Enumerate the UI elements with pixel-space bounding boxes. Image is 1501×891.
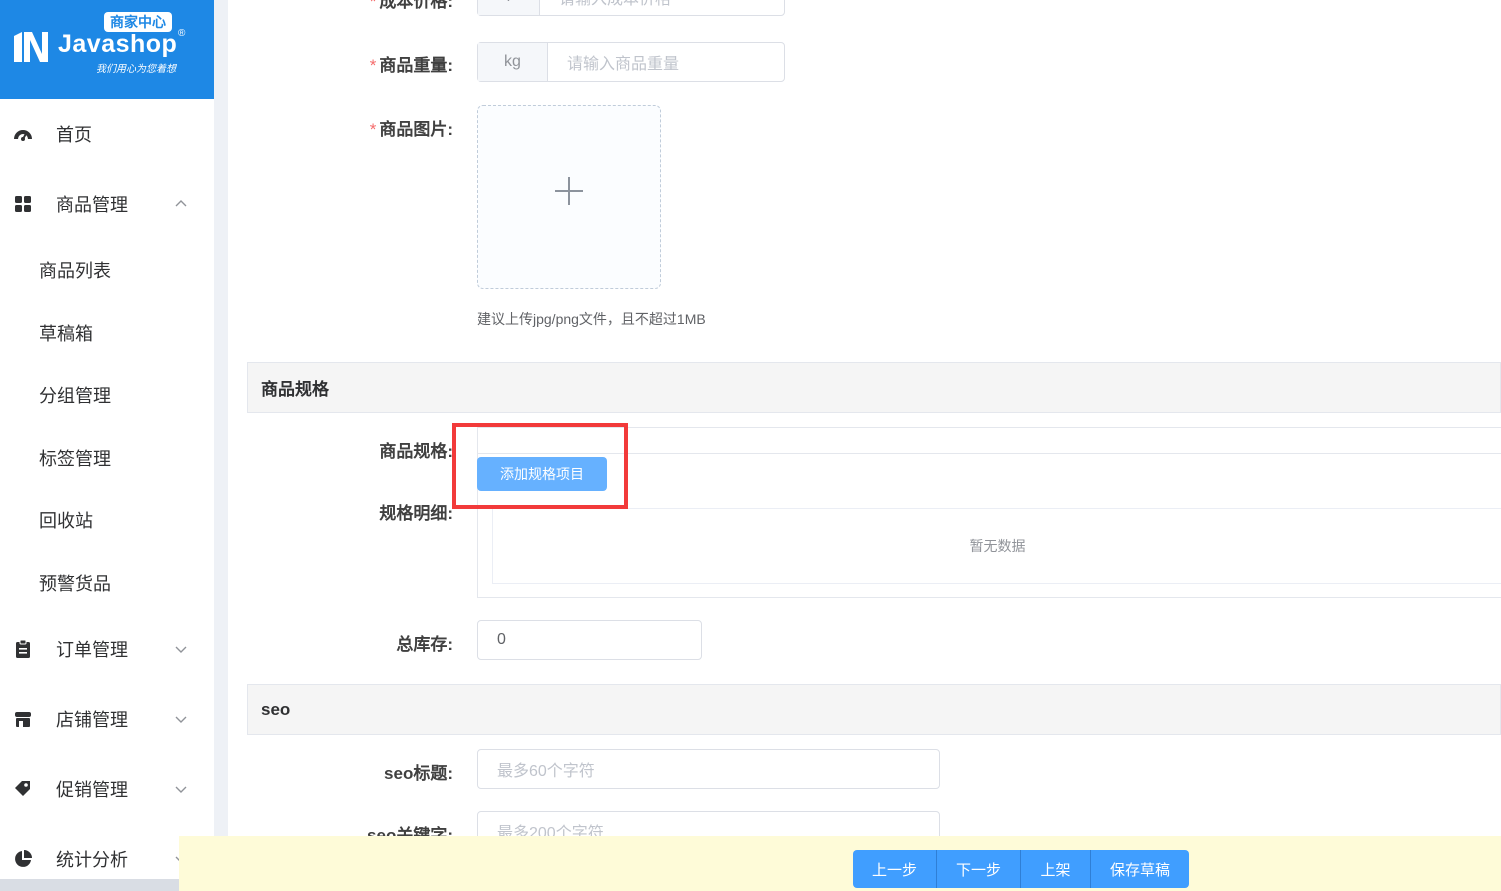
sidebar-gutter bbox=[214, 0, 228, 891]
weight-input[interactable]: kg 请输入商品重量 bbox=[477, 42, 785, 82]
javashop-logo-icon bbox=[14, 32, 48, 62]
registered-mark: ® bbox=[178, 28, 186, 39]
stock-value: 0 bbox=[497, 631, 506, 648]
dashboard-icon bbox=[14, 130, 32, 141]
unit-prepend: kg bbox=[478, 43, 548, 81]
seo-title-label: seo标题: bbox=[384, 764, 453, 783]
highlight-annotation bbox=[452, 423, 628, 509]
sidebar-subitem-recycle-bin[interactable]: 回收站 bbox=[0, 495, 214, 545]
sidebar-subitem-stock-warning[interactable]: 预警货品 bbox=[0, 558, 214, 608]
spec-section-header: 商品规格 bbox=[247, 362, 1501, 413]
spec-detail-table: 暂无数据 bbox=[492, 508, 1501, 584]
sidebar-subitem-label: 预警货品 bbox=[39, 574, 111, 594]
sidebar-subitem-label: 标签管理 bbox=[39, 449, 111, 469]
stock-input[interactable]: 0 bbox=[477, 620, 702, 660]
sidebar-item-home[interactable]: 首页 bbox=[0, 106, 214, 162]
goods-edit-form: *成本价格: ¥ 请输入成本价格 *商品重量: kg 请输入商品重量 *商品图片… bbox=[228, 0, 1501, 891]
merchant-center-badge: 商家中心 bbox=[104, 12, 172, 32]
seo-section-header: seo bbox=[247, 684, 1501, 735]
chevron-up-icon bbox=[175, 200, 187, 207]
sidebar-item-store[interactable]: 店铺管理 bbox=[0, 691, 214, 747]
image-upload[interactable] bbox=[477, 105, 661, 289]
tag-icon bbox=[15, 781, 30, 796]
weight-label: * 商品重量: bbox=[369, 56, 453, 75]
bottom-action-bar: 上一步 下一步 上架 保存草稿 bbox=[179, 836, 1501, 891]
required-asterisk: * bbox=[369, 0, 377, 11]
sidebar-item-goods[interactable]: 商品管理 bbox=[0, 176, 214, 232]
currency-prepend: ¥ bbox=[478, 0, 540, 15]
brand-logo[interactable]: 商家中心 Javashop ® 我们用心为您着想 bbox=[0, 0, 214, 99]
sidebar-subitem-label: 回收站 bbox=[39, 511, 93, 531]
sidebar-item-label: 统计分析 bbox=[56, 850, 128, 870]
sidebar-item-orders[interactable]: 订单管理 bbox=[0, 621, 214, 677]
empty-data-text: 暂无数据 bbox=[969, 538, 1026, 554]
weight-placeholder: 请输入商品重量 bbox=[567, 56, 680, 73]
spec-divider bbox=[478, 453, 1501, 454]
sidebar-item-label: 商品管理 bbox=[56, 195, 128, 215]
image-label: * 商品图片: bbox=[369, 120, 453, 139]
seo-title-input[interactable]: 最多60个字符 bbox=[477, 749, 940, 789]
seo-title-placeholder: 最多60个字符 bbox=[497, 763, 595, 780]
sidebar-subitem-label: 分组管理 bbox=[39, 386, 111, 406]
cost-price-label: * 成本价格: bbox=[228, 0, 453, 12]
clipboard-icon bbox=[16, 639, 30, 658]
sidebar-item-label: 订单管理 bbox=[56, 640, 128, 660]
stock-label: 总库存: bbox=[396, 635, 453, 654]
sidebar: 商家中心 Javashop ® 我们用心为您着想 首页 商品管理 商品列表 草稿… bbox=[0, 0, 215, 891]
sidebar-item-label: 促销管理 bbox=[56, 780, 128, 800]
spec-detail-label: 规格明细: bbox=[379, 504, 453, 523]
sidebar-item-label: 店铺管理 bbox=[56, 710, 128, 730]
cost-price-input[interactable]: ¥ 请输入成本价格 bbox=[477, 0, 785, 16]
brand-slogan: 我们用心为您着想 bbox=[96, 64, 176, 75]
sidebar-subitem-drafts[interactable]: 草稿箱 bbox=[0, 308, 214, 358]
prev-step-button[interactable]: 上一步 bbox=[853, 850, 937, 888]
chevron-down-icon bbox=[175, 646, 187, 653]
action-button-group: 上一步 下一步 上架 保存草稿 bbox=[853, 850, 1189, 888]
required-asterisk: * bbox=[369, 120, 377, 139]
brand-name: Javashop bbox=[58, 30, 178, 58]
publish-button[interactable]: 上架 bbox=[1021, 850, 1091, 888]
chevron-down-icon bbox=[175, 786, 187, 793]
sidebar-subitem-label: 草稿箱 bbox=[39, 324, 93, 344]
store-icon bbox=[15, 712, 31, 727]
sidebar-subitem-groups[interactable]: 分组管理 bbox=[0, 370, 214, 420]
sidebar-item-label: 首页 bbox=[56, 125, 92, 145]
save-draft-button[interactable]: 保存草稿 bbox=[1091, 850, 1189, 888]
grid-icon bbox=[15, 196, 31, 212]
next-step-button[interactable]: 下一步 bbox=[937, 850, 1021, 888]
chevron-down-icon bbox=[175, 716, 187, 723]
required-asterisk: * bbox=[369, 56, 377, 75]
sidebar-subitem-label: 商品列表 bbox=[39, 261, 111, 281]
cost-price-placeholder: 请输入成本价格 bbox=[540, 0, 671, 9]
plus-icon bbox=[555, 177, 583, 205]
sidebar-subitem-goods-list[interactable]: 商品列表 bbox=[0, 245, 214, 295]
spec-area: 暂无数据 bbox=[477, 427, 1501, 598]
upload-hint: 建议上传jpg/png文件，且不超过1MB bbox=[477, 311, 706, 327]
pie-chart-icon bbox=[15, 850, 32, 867]
spec-label: 商品规格: bbox=[379, 442, 453, 461]
sidebar-subitem-tags[interactable]: 标签管理 bbox=[0, 433, 214, 483]
sidebar-item-promotions[interactable]: 促销管理 bbox=[0, 761, 214, 817]
